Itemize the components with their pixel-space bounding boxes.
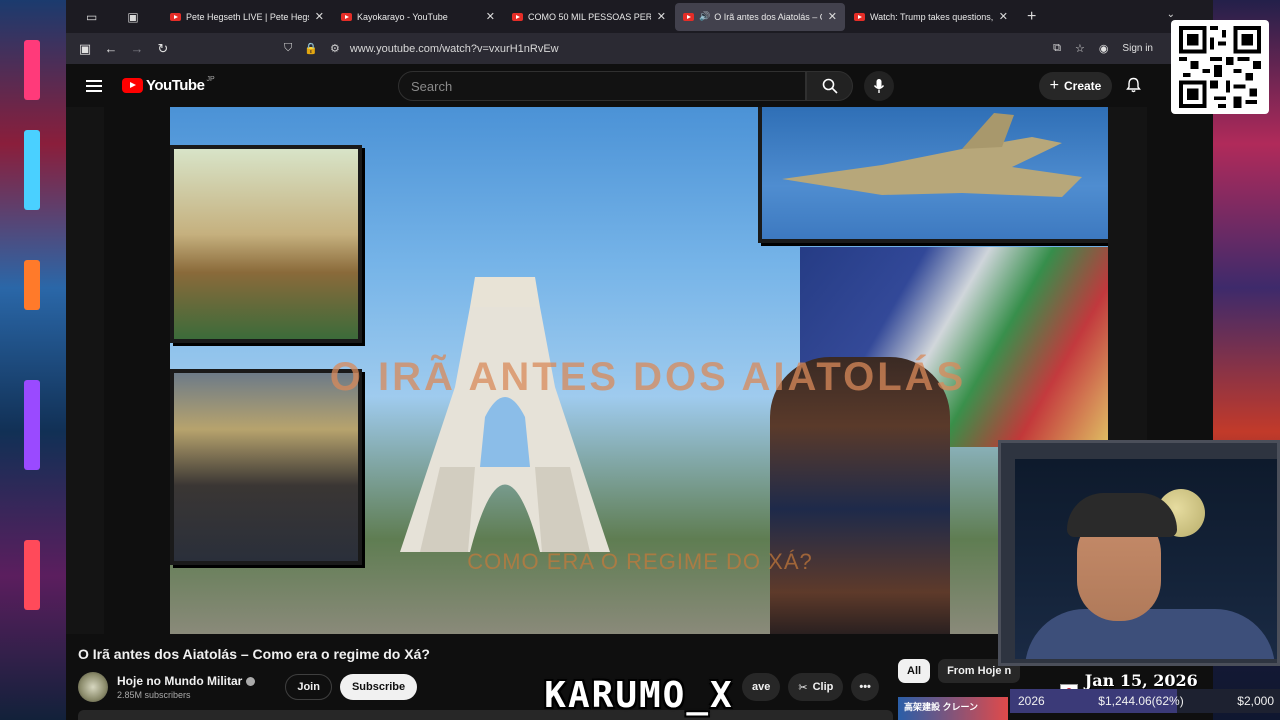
youtube-favicon-icon [341,12,352,21]
video-overlay-subtitle: COMO ERA O REGIME DO XÁ? [467,549,813,574]
streamer-shirt [1025,609,1275,659]
voice-search-button[interactable] [864,71,894,101]
tab-bar: ▭ ▣ Pete Hegseth LIVE | Pete Hegse ✕ Kay… [66,0,1213,33]
search-input[interactable]: Search [398,71,806,101]
youtube-play-icon [122,78,143,93]
tab-0[interactable]: Pete Hegseth LIVE | Pete Hegse ✕ [162,3,332,31]
notifications-button[interactable] [1126,77,1141,98]
tab-title: COMO 50 MIL PESSOAS PERDE [528,11,651,22]
tab-title: O Irã antes dos Aiatolás – C [714,11,822,22]
historic-photo-women-reading [170,145,362,343]
clip-label: Clip [812,681,834,693]
video-actions: ave ✂ Clip ••• [742,673,879,701]
sidebar-toggle-icon[interactable]: ▭ [86,10,97,24]
reload-icon[interactable]: ↻ [150,41,176,57]
video-overlay-title: O IRÃ ANTES DOS AIATOLÁS [329,355,967,399]
channel-name[interactable]: Hoje no Mundo Militar [117,674,242,688]
streamer-watermark: KARUMO_X [544,674,734,716]
speaker-icon[interactable]: 🔊 [699,11,710,22]
close-tab-icon[interactable]: ✕ [999,10,1008,23]
tab-3-active[interactable]: 🔊 O Irã antes dos Aiatolás – C ✕ [675,2,845,31]
create-label: Create [1063,79,1102,93]
youtube-header: YouTube JP Search + Create [66,64,1213,107]
account-icon[interactable]: ◉ [1099,42,1109,55]
tab-overview-icon[interactable]: ▣ [127,10,138,24]
more-icon: ••• [859,681,871,693]
goal-amount: $1,244.06(62%) [1098,694,1184,708]
new-tab-icon[interactable]: + [1027,8,1036,26]
tab-title: Pete Hegseth LIVE | Pete Hegse [186,11,309,22]
fighter-jet-photo [758,107,1108,243]
close-tab-icon[interactable]: ✕ [828,10,837,23]
search-icon [822,78,838,94]
youtube-favicon-icon [683,12,694,21]
clip-button[interactable]: ✂ Clip [788,673,844,701]
sidebar-icon[interactable]: ▣ [72,41,98,57]
youtube-logo[interactable]: YouTube JP [122,76,215,94]
goal-target: $2,000 [1237,694,1274,708]
tab-2[interactable]: COMO 50 MIL PESSOAS PERDE ✕ [504,3,674,31]
address-bar[interactable]: www.youtube.com/watch?v=vxurH1nRvEw [350,43,559,55]
scissors-icon: ✂ [798,681,808,694]
microphone-icon [873,79,885,93]
video-title: O Irã antes dos Aiatolás – Como era o re… [78,646,430,662]
close-tab-icon[interactable]: ✕ [486,10,495,23]
join-button[interactable]: Join [285,674,332,700]
region-code: JP [206,76,215,83]
channel-avatar[interactable] [78,672,108,702]
forward-icon[interactable]: → [124,41,150,56]
tab-title: Kayokarayo - YouTube [357,11,448,22]
lock-icon[interactable]: 🔒 [304,42,318,55]
bookmark-star-icon[interactable]: ☆ [1075,42,1085,55]
navigation-bar: ▣ ← → ↻ ⛉ 🔒 ⚙ www.youtube.com/watch?v=vx… [66,33,1213,64]
bell-icon [1126,77,1141,93]
plus-icon: + [1049,77,1059,94]
search-button[interactable] [806,71,853,101]
qr-code [1171,20,1269,114]
goal-year: 2026 [1018,694,1045,708]
more-actions-button[interactable]: ••• [851,673,879,701]
recommended-video-thumbnail[interactable]: 高架建設 クレーン [898,697,1008,720]
close-tab-icon[interactable]: ✕ [315,10,324,23]
tab-1[interactable]: Kayokarayo - YouTube ✕ [333,3,503,31]
back-icon[interactable]: ← [98,41,124,56]
description-box[interactable] [78,710,893,720]
video-player[interactable]: O IRÃ ANTES DOS AIATOLÁS COMO ERA O REGI… [170,107,1108,634]
chevron-down-icon[interactable]: ⌄ [1167,9,1175,20]
subscriber-count: 2.85M subscribers [117,690,191,700]
picture-in-picture-icon[interactable]: ⧉ [1053,42,1061,55]
create-button[interactable]: + Create [1039,72,1112,100]
tab-title: Watch: Trump takes questions, c [870,11,993,22]
menu-icon[interactable] [86,77,102,95]
thumbnail-text: 高架建設 クレーン [904,702,979,712]
youtube-favicon-icon [512,12,523,21]
player-letterbox-left [66,107,104,634]
tab-4[interactable]: Watch: Trump takes questions, c ✕ [846,3,1016,31]
streamer-cap [1067,493,1177,537]
sign-in-button[interactable]: Sign in [1122,43,1153,54]
save-label: ave [752,681,771,693]
subscribe-button[interactable]: Subscribe [339,674,418,700]
verified-check-icon [246,676,256,686]
youtube-favicon-icon [854,12,865,21]
shield-icon[interactable]: ⛉ [284,42,292,55]
chip-all[interactable]: All [898,659,931,683]
webcam-overlay [998,440,1280,666]
close-tab-icon[interactable]: ✕ [657,10,666,23]
permissions-icon[interactable]: ⚙ [330,42,340,55]
logo-text: YouTube [146,77,205,94]
azadi-tower-image [400,277,610,552]
neon-background-left [0,0,66,720]
youtube-favicon-icon [170,12,181,21]
screen: ▭ ▣ Pete Hegseth LIVE | Pete Hegse ✕ Kay… [0,0,1280,720]
donation-goal-bar: 2026 $1,244.06(62%) $2,000 [1010,689,1280,713]
